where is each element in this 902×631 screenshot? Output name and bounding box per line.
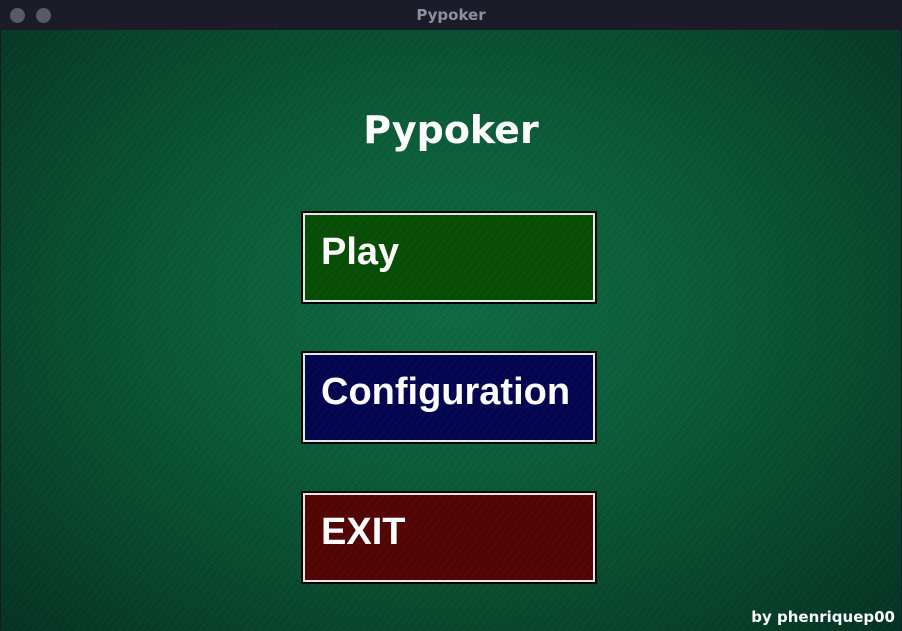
play-button-label: Play — [321, 231, 400, 273]
play-button[interactable]: Play — [301, 211, 597, 304]
author-credit: by phenriquep00 — [751, 608, 895, 626]
minimize-window-button[interactable] — [36, 8, 51, 23]
exit-button[interactable]: EXIT — [301, 491, 597, 584]
game-canvas: Pypoker Play Configuration EXIT by phenr… — [1, 30, 901, 631]
exit-button-label: EXIT — [321, 511, 406, 553]
configuration-button-label: Configuration — [321, 371, 571, 413]
window-controls — [10, 8, 51, 23]
configuration-button[interactable]: Configuration — [301, 351, 597, 444]
game-title: Pypoker — [363, 108, 539, 152]
close-window-button[interactable] — [10, 8, 25, 23]
app-window: Pypoker Pypoker Play Configuration EXIT … — [0, 0, 902, 631]
title-bar[interactable]: Pypoker — [0, 0, 902, 30]
window-title: Pypoker — [416, 6, 486, 24]
